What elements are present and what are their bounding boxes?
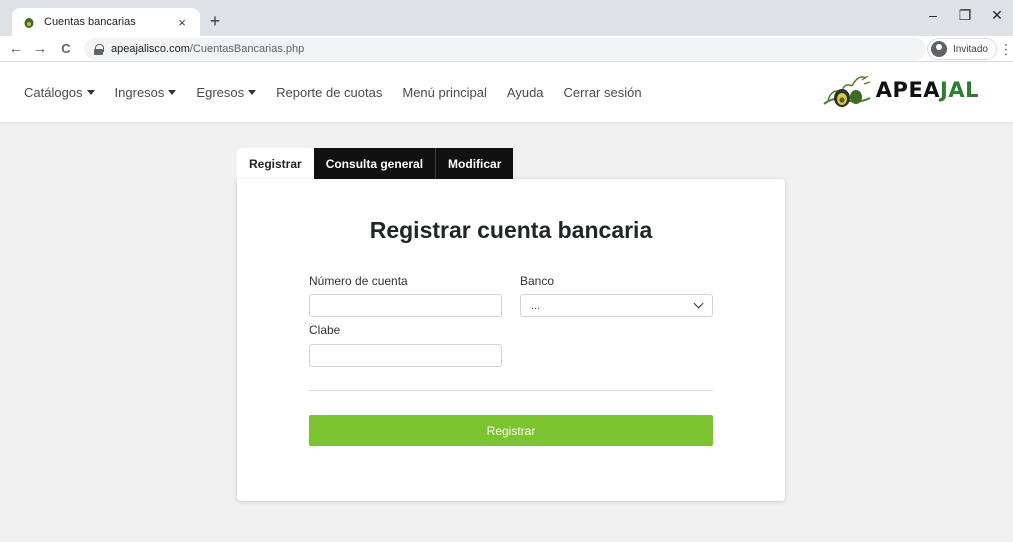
form-card: Registrar cuenta bancaria Número de cuen… [237, 179, 785, 501]
profile-icon [930, 41, 947, 57]
brand-logo[interactable]: APEAJAL [818, 70, 979, 110]
tab-consulta-general[interactable]: Consulta general [313, 148, 436, 179]
form-tabs: Registrar Consulta general Modificar [237, 148, 514, 179]
chevron-down-icon [693, 298, 704, 309]
brand-prefix: APEA [875, 78, 941, 102]
page: Catálogos Ingresos Egresos Reporte de cu… [0, 62, 1013, 542]
new-tab-button[interactable]: + [203, 10, 227, 34]
nav-label: Egresos [196, 84, 245, 100]
nav-label: Menú principal [402, 84, 487, 100]
forward-button[interactable]: → [30, 39, 50, 59]
nav-label: Catálogos [24, 84, 83, 100]
avocado-icon [22, 15, 36, 29]
clabe-input[interactable] [309, 344, 502, 367]
lock-icon [94, 43, 104, 55]
nav-ayuda[interactable]: Ayuda [507, 85, 544, 100]
browser-menu-icon[interactable]: ⋮ [999, 40, 1013, 58]
nav-reporte-cuotas[interactable]: Reporte de cuotas [276, 85, 382, 100]
clabe-label: Clabe [309, 323, 341, 337]
browser-tab[interactable]: Cuentas bancarias × [12, 8, 200, 36]
nav-label: Cerrar sesión [563, 84, 642, 100]
nav-menu-principal[interactable]: Menú principal [402, 85, 487, 100]
account-number-label: Número de cuenta [309, 274, 408, 288]
reload-button[interactable]: C [56, 39, 76, 59]
tab-title: Cuentas bancarias [44, 16, 136, 28]
avocado-logo-icon [823, 75, 871, 107]
bank-selected-value: ... [531, 299, 541, 312]
brand-name: APEAJAL [876, 78, 979, 102]
register-button[interactable]: Registrar [309, 415, 713, 446]
close-window-button[interactable]: ✕ [981, 0, 1013, 32]
back-button[interactable]: ← [6, 39, 26, 59]
tab-registrar[interactable]: Registrar [237, 148, 314, 179]
url-path: /CuentasBancarias.php [189, 43, 305, 55]
caret-down-icon [248, 89, 257, 95]
profile-button[interactable]: Invitado [926, 38, 997, 60]
form-title: Registrar cuenta bancaria [369, 217, 653, 243]
restore-button[interactable]: ❐ [949, 0, 981, 32]
account-number-input[interactable] [309, 294, 502, 317]
tab-close-icon[interactable]: × [174, 15, 190, 30]
nav-label: Reporte de cuotas [276, 84, 383, 100]
browser-tabstrip: Cuentas bancarias × + – ❐ ✕ [0, 0, 1013, 36]
nav-label: Ingresos [114, 84, 165, 100]
nav-label: Ayuda [506, 84, 544, 100]
address-bar[interactable]: apeajalisco.com/CuentasBancarias.php [84, 38, 926, 60]
site-navbar: Catálogos Ingresos Egresos Reporte de cu… [0, 62, 1013, 122]
bank-label: Banco [520, 274, 555, 288]
profile-label: Invitado [952, 43, 988, 55]
nav-catalogos[interactable]: Catálogos [24, 85, 95, 100]
brand-suffix: JAL [940, 78, 979, 102]
browser-toolbar: ← → C apeajalisco.com/CuentasBancarias.p… [0, 36, 1013, 62]
nav-egresos[interactable]: Egresos [196, 84, 257, 100]
nav-ingresos[interactable]: Ingresos [115, 85, 177, 100]
window-controls: – ❐ ✕ [917, 0, 1013, 32]
bank-select[interactable]: ... [520, 294, 713, 317]
minimize-button[interactable]: – [917, 0, 949, 32]
nav-cerrar-sesion[interactable]: Cerrar sesión [564, 85, 642, 100]
tab-modificar[interactable]: Modificar [435, 148, 514, 179]
url-domain: apeajalisco.com [111, 43, 190, 55]
caret-down-icon [168, 89, 177, 95]
form-divider [309, 390, 713, 391]
caret-down-icon [86, 89, 95, 95]
